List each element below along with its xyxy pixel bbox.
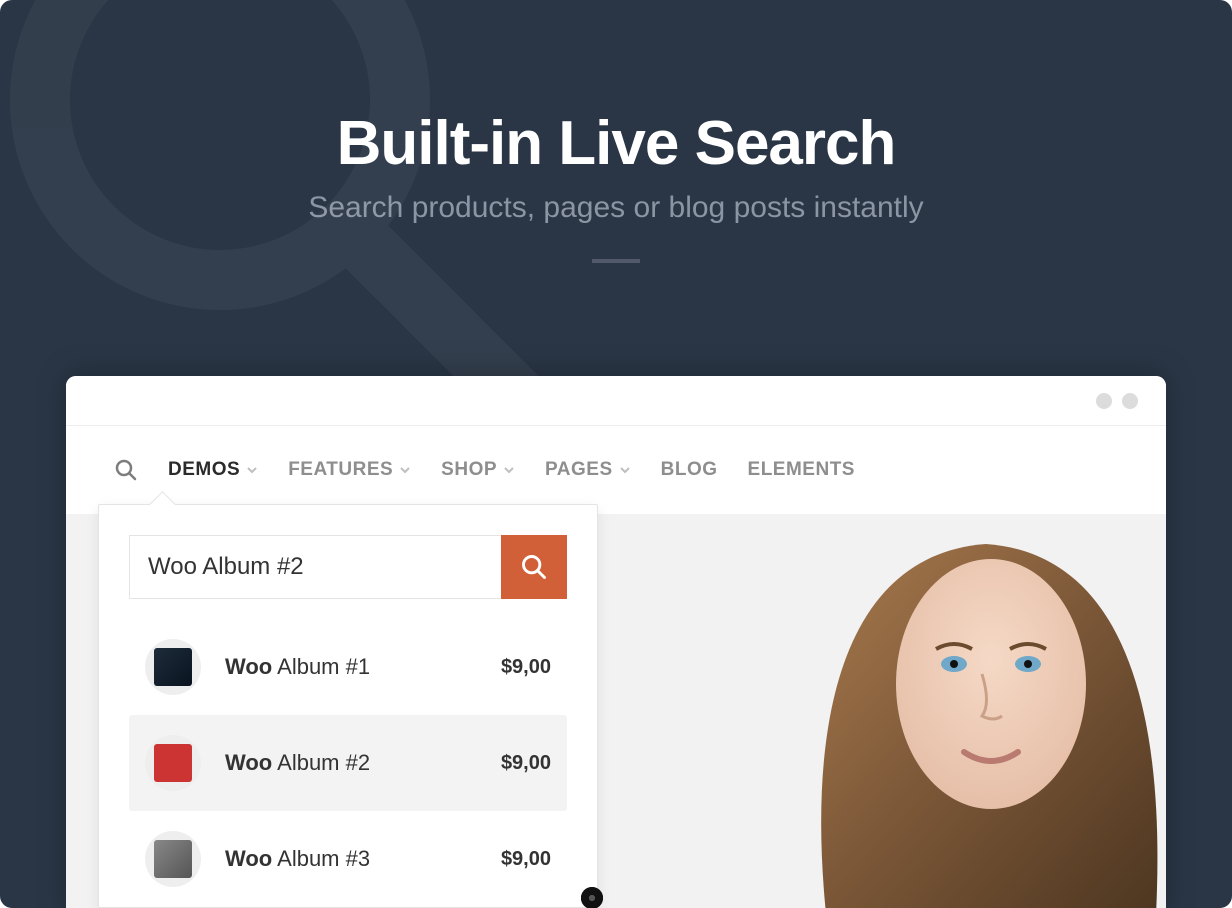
search-icon[interactable]: [114, 458, 138, 482]
page-content: Woo Album #1 $9,00 Woo Album #2 $9,00 Wo…: [66, 514, 1166, 908]
browser-title-bar: [66, 376, 1166, 426]
search-result[interactable]: Woo Album #1 $9,00: [129, 619, 567, 715]
chevron-down-icon: [503, 464, 515, 476]
result-title: Woo Album #1: [225, 654, 477, 680]
result-thumbnail: [145, 735, 201, 791]
nav-item-demos[interactable]: DEMOS: [168, 459, 258, 481]
window-dot: [1096, 393, 1112, 409]
nav-label: DEMOS: [168, 459, 240, 481]
search-input[interactable]: [129, 535, 501, 599]
window-dot: [1122, 393, 1138, 409]
nav-label: PAGES: [545, 459, 613, 481]
result-price: $9,00: [501, 656, 551, 679]
browser-mock: DEMOS FEATURES SHOP PAGES BLOG ELEMENTS: [66, 376, 1166, 908]
search-icon: [520, 553, 548, 581]
result-thumbnail: [145, 831, 201, 887]
nav-item-shop[interactable]: SHOP: [441, 459, 515, 481]
nav-label: FEATURES: [288, 459, 393, 481]
search-result[interactable]: Woo Album #3 $9,00: [129, 811, 567, 907]
chevron-down-icon: [246, 464, 258, 476]
result-price: $9,00: [501, 848, 551, 871]
main-nav: DEMOS FEATURES SHOP PAGES BLOG ELEMENTS: [66, 426, 1166, 514]
nav-label: BLOG: [661, 459, 718, 481]
result-thumbnail: [145, 639, 201, 695]
nav-item-features[interactable]: FEATURES: [288, 459, 411, 481]
nav-item-elements[interactable]: ELEMENTS: [748, 459, 855, 481]
hero-title: Built-in Live Search: [0, 108, 1232, 179]
nav-label: SHOP: [441, 459, 497, 481]
hero-subtitle: Search products, pages or blog posts ins…: [0, 191, 1232, 225]
result-title: Woo Album #2: [225, 750, 477, 776]
nav-item-blog[interactable]: BLOG: [661, 459, 718, 481]
search-results: Woo Album #1 $9,00 Woo Album #2 $9,00 Wo…: [129, 619, 567, 907]
nav-item-pages[interactable]: PAGES: [545, 459, 631, 481]
chevron-down-icon: [399, 464, 411, 476]
nav-label: ELEMENTS: [748, 459, 855, 481]
result-price: $9,00: [501, 752, 551, 775]
search-dropdown: Woo Album #1 $9,00 Woo Album #2 $9,00 Wo…: [98, 504, 598, 908]
result-title: Woo Album #3: [225, 846, 477, 872]
hero-divider: [592, 259, 640, 263]
chevron-down-icon: [619, 464, 631, 476]
hero-panel: Built-in Live Search Search products, pa…: [0, 0, 1232, 908]
search-bar: [129, 535, 567, 599]
search-button[interactable]: [501, 535, 567, 599]
search-result[interactable]: Woo Album #2 $9,00: [129, 715, 567, 811]
hero-image: [786, 514, 1166, 908]
